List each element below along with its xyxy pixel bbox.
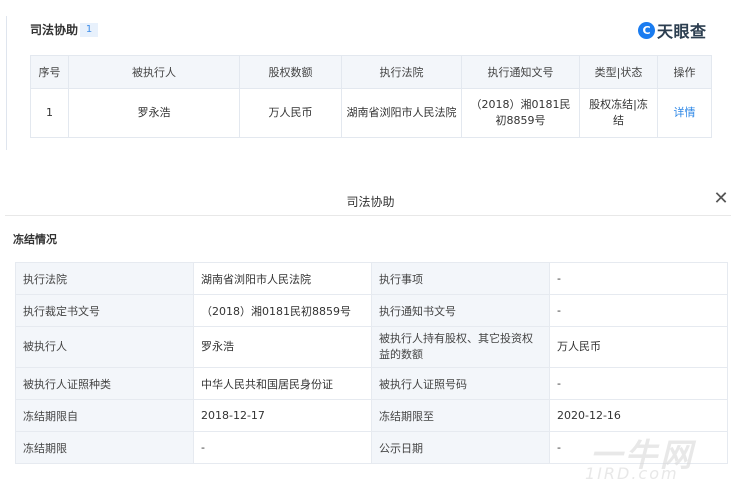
- col-header-court: 执行法院: [341, 55, 462, 89]
- cell-notice-no: （2018）湘0181民初8859号: [461, 88, 580, 138]
- value-ruling-no: （2018）湘0181民初8859号: [193, 294, 372, 327]
- value-execution-matter: -: [549, 262, 728, 295]
- watermark-domain: 1IRD.com: [585, 464, 679, 483]
- value-court: 湖南省浏阳市人民法院: [193, 262, 372, 295]
- label-execution-matter: 执行事项: [371, 262, 550, 295]
- label-equity-amount: 被执行人持有股权、其它投资权益的数额: [371, 326, 550, 368]
- detail-row: 被执行人 罗永浩 被执行人持有股权、其它投资权益的数额 万人民币: [15, 326, 728, 368]
- cell-court: 湖南省浏阳市人民法院: [341, 88, 462, 138]
- tianyancha-logo: C 天眼查: [638, 19, 707, 41]
- label-publish-date: 公示日期: [371, 431, 550, 464]
- label-id-type: 被执行人证照种类: [15, 367, 194, 400]
- cell-equity-amount: 万人民币: [239, 88, 342, 138]
- label-freeze-to: 冻结期限至: [371, 399, 550, 432]
- panel-left-border: [6, 16, 7, 150]
- label-freeze-period: 冻结期限: [15, 431, 194, 464]
- value-notice-no: -: [549, 294, 728, 327]
- col-header-type-status: 类型|状态: [579, 55, 658, 89]
- col-header-action: 操作: [657, 55, 712, 89]
- table-header-row: 序号 被执行人 股权数额 执行法院 执行通知文号 类型|状态 操作: [30, 55, 712, 89]
- col-header-equity-amount: 股权数额: [239, 55, 342, 89]
- cell-action: 详情: [657, 88, 712, 138]
- count-badge: 1: [80, 23, 98, 37]
- label-id-number: 被执行人证照号码: [371, 367, 550, 400]
- judicial-assistance-table: 序号 被执行人 股权数额 执行法院 执行通知文号 类型|状态 操作 1 罗永浩 …: [30, 55, 712, 138]
- logo-text: 天眼查: [657, 22, 707, 41]
- value-executee: 罗永浩: [193, 326, 372, 368]
- col-header-notice-no: 执行通知文号: [461, 55, 580, 89]
- dialog-title: 司法协助: [346, 195, 395, 209]
- dialog-divider: [5, 215, 731, 216]
- logo-mark-icon: C: [638, 21, 655, 39]
- detail-row: 冻结期限自 2018-12-17 冻结期限至 2020-12-16: [15, 399, 728, 432]
- label-executee: 被执行人: [15, 326, 194, 368]
- judicial-assistance-panel: 司法协助 1 C 天眼查 序号 被执行人 股权数额 执行法院 执行通知文号 类型…: [0, 0, 731, 150]
- label-notice-no: 执行通知书文号: [371, 294, 550, 327]
- close-icon[interactable]: ✕: [712, 190, 730, 208]
- detail-row: 执行法院 湖南省浏阳市人民法院 执行事项 -: [15, 262, 728, 295]
- value-freeze-to: 2020-12-16: [549, 399, 728, 432]
- table-row: 1 罗永浩 万人民币 湖南省浏阳市人民法院 （2018）湘0181民初8859号…: [30, 88, 712, 138]
- value-equity-amount: 万人民币: [549, 326, 728, 368]
- label-ruling-no: 执行裁定书文号: [15, 294, 194, 327]
- details-link[interactable]: 详情: [674, 106, 696, 119]
- section-title: 司法协助: [30, 23, 79, 37]
- value-id-type: 中华人民共和国居民身份证: [193, 367, 372, 400]
- freeze-section-title: 冻结情况: [13, 233, 57, 246]
- value-id-number: -: [549, 367, 728, 400]
- label-freeze-from: 冻结期限自: [15, 399, 194, 432]
- detail-row: 执行裁定书文号 （2018）湘0181民初8859号 执行通知书文号 -: [15, 294, 728, 327]
- cell-executee: 罗永浩: [68, 88, 240, 138]
- value-freeze-from: 2018-12-17: [193, 399, 372, 432]
- col-header-executee: 被执行人: [68, 55, 240, 89]
- cell-type-status: 股权冻结|冻结: [579, 88, 658, 138]
- value-freeze-period: -: [193, 431, 372, 464]
- label-court: 执行法院: [15, 262, 194, 295]
- detail-row: 被执行人证照种类 中华人民共和国居民身份证 被执行人证照号码 -: [15, 367, 728, 400]
- cell-index: 1: [30, 88, 69, 138]
- col-header-index: 序号: [30, 55, 69, 89]
